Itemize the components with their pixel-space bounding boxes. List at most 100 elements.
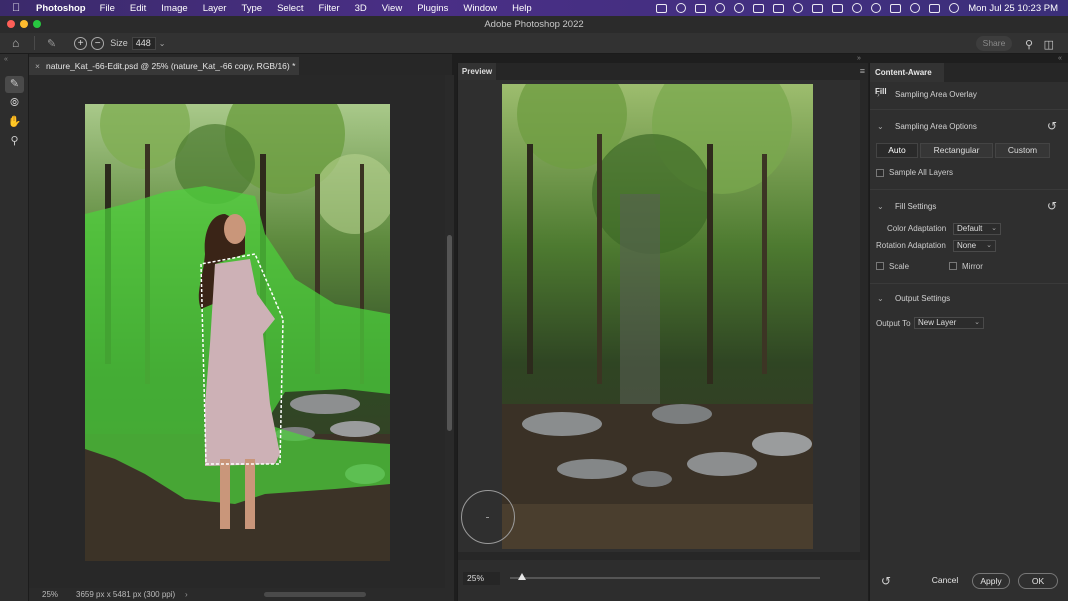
- panel-menu-icon[interactable]: ≡: [860, 66, 865, 76]
- document-image[interactable]: [85, 104, 390, 561]
- grammarly-icon[interactable]: [734, 3, 745, 13]
- mirror-checkbox[interactable]: [949, 262, 957, 270]
- brush-preset-icon[interactable]: ✎: [47, 37, 56, 50]
- apple-menu-icon[interactable]: : [12, 2, 26, 14]
- section-output-settings[interactable]: ⌄ Output Settings: [870, 288, 1068, 310]
- brush-cursor-center: [486, 517, 489, 518]
- reset-all-icon[interactable]: ↺: [881, 574, 891, 588]
- reset-icon[interactable]: ↺: [1047, 120, 1057, 133]
- chevron-down-icon: ⌄: [986, 242, 992, 249]
- zoom-tool-icon[interactable]: ⚲: [5, 133, 24, 150]
- menu-help[interactable]: Help: [512, 3, 532, 14]
- preview-zoom-input[interactable]: 25%: [463, 572, 500, 585]
- preview-vertical-scrollbar[interactable]: [860, 80, 868, 560]
- rotation-adaptation-select[interactable]: None ⌄: [953, 240, 996, 252]
- output-to-select[interactable]: New Layer ⌄: [914, 317, 984, 329]
- close-tab-icon[interactable]: ×: [35, 61, 40, 71]
- menu-plugins[interactable]: Plugins: [417, 3, 448, 14]
- chevron-right-icon[interactable]: ›: [877, 84, 880, 106]
- close-window-button[interactable]: [7, 20, 15, 28]
- dropbox-icon[interactable]: [695, 3, 707, 13]
- keyboard-icon[interactable]: [890, 3, 902, 13]
- mirror-label: Mirror: [962, 262, 983, 271]
- screen-record-icon[interactable]: [656, 3, 668, 13]
- vpn-icon[interactable]: [715, 3, 726, 13]
- preview-zoom-slider[interactable]: [510, 577, 820, 579]
- hand-tool-icon[interactable]: ✋: [5, 114, 24, 131]
- apply-button[interactable]: Apply: [972, 573, 1010, 589]
- zoom-window-button[interactable]: [33, 20, 41, 28]
- menubar-clock[interactable]: Mon Jul 25 10:23 PM: [968, 3, 1058, 14]
- collapse-panel-icon[interactable]: «: [1058, 55, 1062, 62]
- menu-image[interactable]: Image: [161, 3, 187, 14]
- section-fill-settings[interactable]: ⌄ Fill Settings ↺: [870, 196, 1068, 218]
- cancel-button[interactable]: Cancel: [926, 573, 964, 589]
- window-manager-icon[interactable]: [812, 3, 824, 13]
- menu-3d[interactable]: 3D: [355, 3, 367, 14]
- scroll-thumb[interactable]: [447, 235, 452, 431]
- section-sampling-overlay[interactable]: › Sampling Area Overlay: [870, 84, 1068, 106]
- ok-button[interactable]: OK: [1018, 573, 1058, 589]
- preview-horizontal-scrollbar[interactable]: [458, 552, 860, 560]
- preview-zoom-slider-knob[interactable]: [518, 573, 527, 580]
- workspace-icon[interactable]: ◫: [1044, 38, 1054, 51]
- siri-icon[interactable]: [949, 3, 960, 13]
- sampling-brush-tool-icon[interactable]: ✎: [5, 76, 24, 93]
- menu-filter[interactable]: Filter: [318, 3, 339, 14]
- minimize-window-button[interactable]: [20, 20, 28, 28]
- menu-select[interactable]: Select: [277, 3, 303, 14]
- menu-app-photoshop[interactable]: Photoshop: [36, 3, 86, 14]
- traffic-lights: [7, 20, 41, 28]
- status-zoom[interactable]: 25%: [42, 588, 58, 601]
- lasso-tool-icon[interactable]: ⦾: [5, 95, 24, 112]
- size-input[interactable]: 448: [131, 36, 156, 50]
- airdrop-icon[interactable]: [793, 3, 804, 13]
- document-tab[interactable]: × nature_Kat_-66-Edit.psd @ 25% (nature_K…: [29, 57, 299, 75]
- control-center-icon[interactable]: [929, 3, 941, 13]
- chevron-down-icon[interactable]: ⌄: [877, 288, 884, 310]
- chevron-down-icon[interactable]: ⌄: [877, 116, 884, 138]
- canvas-horizontal-scrollbar[interactable]: [264, 592, 366, 597]
- menu-view[interactable]: View: [382, 3, 402, 14]
- collapse-preview-icon[interactable]: »: [857, 55, 861, 62]
- creative-cloud-icon[interactable]: [676, 3, 687, 13]
- collapse-toolbar-icon[interactable]: «: [4, 56, 8, 63]
- color-adaptation-select[interactable]: Default ⌄: [953, 223, 1001, 235]
- home-icon[interactable]: ⌂: [12, 37, 26, 49]
- subtract-from-sampling-button[interactable]: −: [91, 36, 105, 50]
- chevron-down-icon[interactable]: ⌄: [877, 196, 884, 218]
- canvas-vertical-scrollbar[interactable]: [445, 75, 454, 588]
- menu-edit[interactable]: Edit: [130, 3, 146, 14]
- user-icon[interactable]: [871, 3, 882, 13]
- bluetooth-icon[interactable]: [832, 3, 844, 13]
- preview-image[interactable]: [502, 84, 813, 549]
- wifi-icon[interactable]: [852, 3, 863, 13]
- menu-window[interactable]: Window: [463, 3, 497, 14]
- search-icon[interactable]: ⚲: [1025, 38, 1033, 51]
- menubar-status-area: Mon Jul 25 10:23 PM: [656, 0, 1058, 16]
- sampling-mode-rectangular[interactable]: Rectangular: [920, 143, 993, 158]
- preview-canvas[interactable]: [458, 80, 860, 552]
- reset-icon[interactable]: ↺: [1047, 200, 1057, 213]
- section-sampling-options[interactable]: ⌄ Sampling Area Options ↺: [870, 116, 1068, 138]
- search-icon[interactable]: [910, 3, 921, 13]
- document-tab-title: nature_Kat_-66-Edit.psd @ 25% (nature_Ka…: [45, 61, 296, 71]
- tab-preview[interactable]: Preview: [458, 63, 496, 80]
- sampling-mode-auto[interactable]: Auto: [876, 143, 918, 158]
- share-button[interactable]: Share: [976, 36, 1012, 51]
- add-to-sampling-button[interactable]: +: [74, 36, 88, 50]
- display-icon[interactable]: [753, 3, 765, 13]
- macos-menubar:  Photoshop File Edit Image Layer Type S…: [0, 0, 1068, 16]
- scale-checkbox[interactable]: [876, 262, 884, 270]
- sampling-mode-custom[interactable]: Custom: [995, 143, 1050, 158]
- menu-layer[interactable]: Layer: [203, 3, 227, 14]
- menu-type[interactable]: Type: [241, 3, 262, 14]
- chevron-right-icon[interactable]: ›: [185, 588, 188, 601]
- divider: [34, 36, 35, 50]
- chevron-down-icon[interactable]: ⌄: [159, 39, 166, 48]
- sample-all-layers-checkbox[interactable]: [876, 169, 884, 177]
- section-label: Output Settings: [895, 294, 951, 303]
- bookmark-icon[interactable]: [773, 3, 785, 13]
- menu-file[interactable]: File: [100, 3, 115, 14]
- tab-content-aware-fill[interactable]: Content-Aware Fill: [870, 63, 944, 96]
